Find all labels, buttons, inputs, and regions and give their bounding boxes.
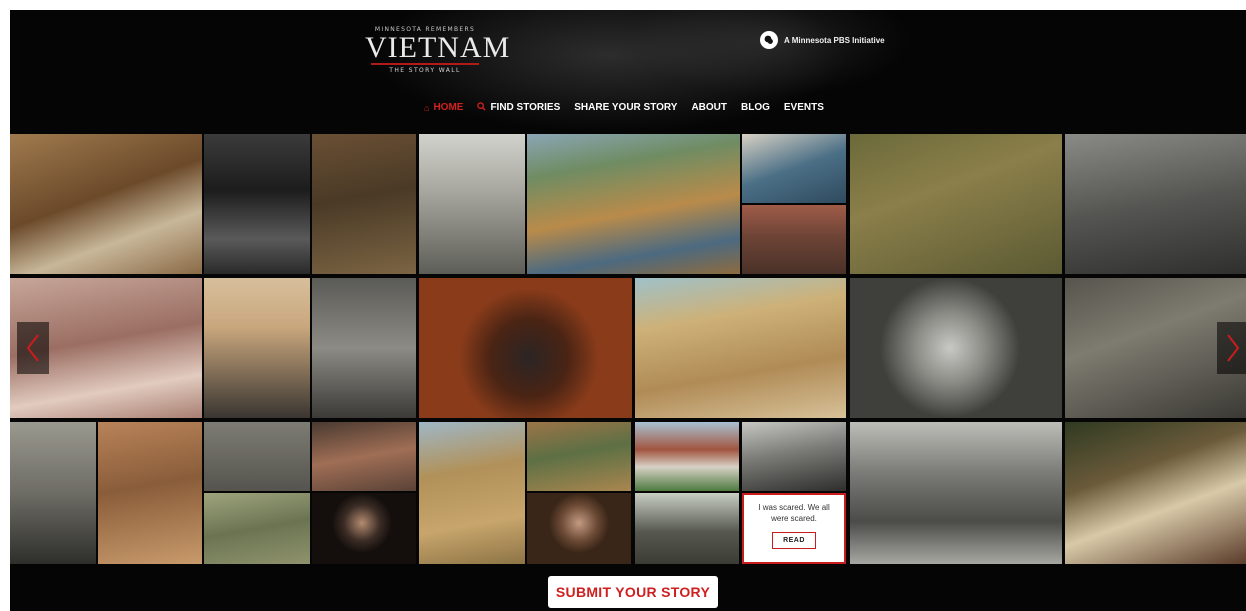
story-photo-two-men-bw[interactable] [742, 422, 846, 491]
story-photo-brick-building[interactable] [635, 422, 739, 491]
carousel-next-button[interactable] [1217, 322, 1246, 374]
story-photo-woman-at-desk[interactable] [10, 134, 202, 274]
story-photo-meeting-table[interactable] [742, 134, 846, 203]
story-photo-smiling-man[interactable] [850, 278, 1062, 418]
story-video-veteran-interview[interactable] [419, 278, 632, 418]
nav-about-label: ABOUT [691, 102, 727, 113]
submit-story-button[interactable]: SUBMIT YOUR STORY [548, 576, 718, 608]
story-photo-marine-portrait[interactable] [204, 278, 310, 418]
pbs-badge[interactable]: A Minnesota PBS Initiative [760, 31, 885, 49]
nav-blog-label: BLOG [741, 102, 770, 113]
logo-tagline: THE STORY WALL [389, 67, 461, 74]
story-photo-group-field[interactable] [635, 493, 739, 564]
nav-events[interactable]: EVENTS [784, 102, 824, 113]
story-photo-two-women[interactable] [312, 422, 416, 491]
home-icon: ⌂ [424, 102, 430, 113]
story-wall-page: MINNESOTA REMEMBERS VIETNAM THE STORY WA… [10, 10, 1246, 611]
nav-blog[interactable]: BLOG [741, 102, 770, 113]
chevron-right-icon [1227, 334, 1240, 362]
nav-share-your-story-label: SHARE YOUR STORY [574, 102, 678, 113]
story-photo-wedding-couple[interactable] [1065, 422, 1246, 564]
story-photo-soldier-camera[interactable] [10, 422, 96, 564]
search-icon [477, 102, 487, 113]
story-photo-classroom[interactable] [1065, 134, 1246, 274]
story-photo-soldier-field-small[interactable] [204, 493, 310, 564]
read-button[interactable]: READ [772, 532, 816, 549]
nav-about[interactable]: ABOUT [691, 102, 727, 113]
story-photo-soldiers-helmets[interactable] [312, 278, 416, 418]
story-quote-text: I was scared. We all were scared. [758, 503, 830, 523]
nav-home-label: HOME [433, 102, 464, 113]
story-photo-protest-crowd[interactable] [527, 134, 740, 274]
story-video-older-man[interactable] [527, 493, 631, 564]
story-photo-village-group[interactable] [419, 422, 525, 564]
story-photo-soldier-jungle[interactable] [312, 134, 416, 274]
nav-events-label: EVENTS [783, 102, 824, 113]
story-photo-soldier-sepia[interactable] [98, 422, 202, 564]
story-photo-two-children[interactable] [204, 134, 310, 274]
carousel-prev-button[interactable] [17, 322, 49, 374]
nav-find-stories[interactable]: FIND STORIES [477, 102, 560, 113]
submit-bar: SUBMIT YOUR STORY [10, 564, 1246, 611]
story-photo-soldier-logs[interactable] [527, 422, 631, 491]
story-photo-soldier-field[interactable] [419, 134, 525, 274]
story-photo-river-landscape[interactable] [742, 205, 846, 274]
main-nav: ⌂ HOME FIND STORIES SHARE YOUR STORY ABO… [424, 102, 824, 113]
story-photo-tent-soldiers[interactable] [204, 422, 310, 491]
story-video-veteran-cap[interactable] [312, 493, 416, 564]
site-header: MINNESOTA REMEMBERS VIETNAM THE STORY WA… [10, 10, 1246, 134]
story-photo-shirtless-soldier[interactable] [635, 278, 846, 418]
site-logo[interactable]: MINNESOTA REMEMBERS VIETNAM THE STORY WA… [365, 26, 511, 88]
chevron-left-icon [26, 334, 39, 362]
pbs-icon [760, 31, 778, 49]
nav-find-stories-label: FIND STORIES [490, 102, 561, 113]
nav-home[interactable]: ⌂ HOME [424, 102, 463, 113]
story-photo-soldier-portrait-green[interactable] [850, 134, 1062, 274]
nav-share-your-story[interactable]: SHARE YOUR STORY [574, 102, 677, 113]
pbs-text: A Minnesota PBS Initiative [784, 35, 885, 45]
story-photo-grid: I was scared. We all were scared. READ [10, 134, 1246, 564]
logo-title: VIETNAM [365, 31, 511, 64]
story-photo-nurses-group[interactable] [850, 422, 1062, 564]
story-quote-card[interactable]: I was scared. We all were scared. READ [742, 493, 846, 564]
